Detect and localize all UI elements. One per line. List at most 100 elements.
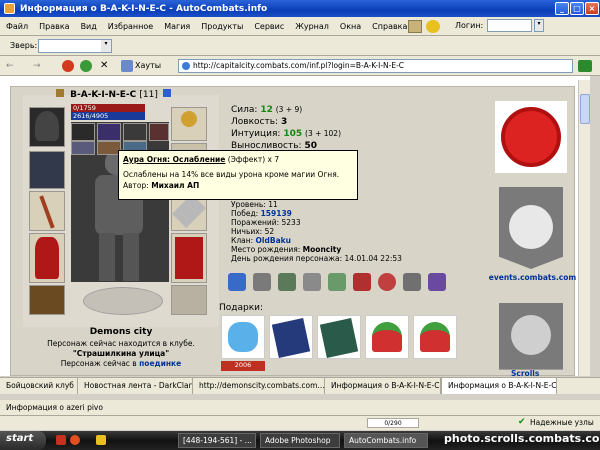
menu-products[interactable]: Продукты <box>201 22 243 31</box>
info-wins-value[interactable]: 159139 <box>261 209 292 218</box>
fight-status: Персонаж сейчас в поединке <box>23 359 219 368</box>
toolbar-sun-icon[interactable] <box>426 20 440 33</box>
menu-view[interactable]: Вид <box>81 22 97 31</box>
login-label: Логин: <box>455 21 484 30</box>
tab-info-1[interactable]: Информация о B-A-K-I-N-E-C <box>325 378 441 394</box>
zone-label: Надежные узлы <box>530 418 594 427</box>
spell-slot-1[interactable] <box>71 141 95 155</box>
gift-3[interactable] <box>317 315 361 359</box>
menu-windows[interactable]: Окна <box>340 22 361 31</box>
forward-arrow-icon[interactable]: → <box>33 62 47 71</box>
tab-fight-club[interactable]: Бойцовский клуб <box>0 378 78 394</box>
beast-dropdown-icon[interactable]: ▾ <box>101 40 111 52</box>
jester-hat-icon <box>372 322 402 352</box>
go-icon[interactable] <box>578 60 592 72</box>
stat-intuition-label: Интуиция: <box>231 129 281 139</box>
stat-agility-value: 3 <box>280 117 288 127</box>
hosts-button[interactable]: Хауты <box>135 61 161 70</box>
ring-slot-2[interactable] <box>97 123 121 141</box>
dragon-emblem-icon <box>501 107 561 167</box>
tools-icon[interactable]: ✕ <box>100 60 112 72</box>
page-icon <box>182 62 190 70</box>
menu-help[interactable]: Справка <box>372 22 407 31</box>
stat-intuition-extra: (3 + 102) <box>305 129 342 138</box>
effect-icon-3[interactable] <box>278 273 296 291</box>
stat-intuition-value: 105 <box>283 129 303 139</box>
effect-icon-8[interactable] <box>403 273 421 291</box>
red-cloak-icon <box>175 237 203 279</box>
stat-strength-extra: (3 + 9) <box>275 105 303 114</box>
effect-icon-6[interactable] <box>353 273 371 291</box>
window-title: Информация о B-A-K-I-N-E-C - AutoCombats… <box>20 3 268 14</box>
location-place: "Страшилкина улица" <box>72 349 170 358</box>
effect-icon-5[interactable] <box>328 273 346 291</box>
tab-demonscity[interactable]: http://demonscity.combats.com... <box>193 378 325 394</box>
back-arrow-icon[interactable]: ← <box>6 62 20 71</box>
menu-edit[interactable]: Правка <box>39 22 69 31</box>
info-icon[interactable] <box>162 89 171 97</box>
character-name: B-A-K-I-N-E-C <box>70 90 137 100</box>
task-photoshop[interactable]: Adobe Photoshop <box>260 433 340 448</box>
progress-indicator: 0/290 <box>367 418 419 428</box>
menu-file[interactable]: Файл <box>6 22 28 31</box>
effect-icon-1[interactable] <box>228 273 246 291</box>
events-banner-emblem <box>509 205 553 249</box>
effect-icon-7[interactable] <box>378 273 396 291</box>
menu-journal[interactable]: Журнал <box>295 22 329 31</box>
bracers-slot[interactable] <box>29 151 65 189</box>
fight-link[interactable]: поединке <box>139 359 181 368</box>
events-link[interactable]: events.combats.com <box>485 273 580 282</box>
stat-strength-label: Сила: <box>231 105 258 115</box>
character-level: [11] <box>139 90 158 100</box>
tooltip-author: Автор: Михаил АП <box>123 180 353 191</box>
stop-icon[interactable] <box>62 60 74 72</box>
refresh-icon[interactable] <box>80 60 92 72</box>
toolbar-grid-icon[interactable] <box>408 20 422 33</box>
character-name-row: B-A-K-I-N-E-C [11] <box>56 89 171 100</box>
tome-icon <box>319 318 359 358</box>
boots-slot[interactable] <box>171 285 207 315</box>
ring-slot-1[interactable] <box>71 123 95 141</box>
quicklaunch-icon-1[interactable] <box>56 435 66 445</box>
menu-service[interactable]: Сервис <box>254 22 284 31</box>
gift-4[interactable] <box>365 315 409 359</box>
tab-news-darkclan[interactable]: Новостная лента - DarkClan <box>78 378 193 394</box>
tooltip-title[interactable]: Аура Огня: Ослабление <box>123 155 225 164</box>
minimize-button[interactable]: _ <box>555 2 569 15</box>
task-icq[interactable]: [448-194-561] - ... <box>178 433 256 448</box>
ring-slot-3[interactable] <box>123 123 147 141</box>
character-leg-right <box>123 233 139 281</box>
close-button[interactable]: × <box>585 2 599 15</box>
scrollbar-thumb[interactable] <box>580 94 590 124</box>
menu-magic[interactable]: Магия <box>164 22 190 31</box>
belt-slot[interactable] <box>29 285 65 315</box>
quicklaunch-icon-3[interactable] <box>96 435 106 445</box>
vertical-scrollbar[interactable] <box>578 80 590 376</box>
location-text: Персонаж сейчас находится в клубе. <box>47 339 195 348</box>
tooltip-description: Ослаблены на 14% все виды урона кроме ма… <box>123 170 340 179</box>
tab-info-2[interactable]: Информация о B-A-K-I-N-E-C <box>441 378 557 394</box>
hosts-icon[interactable] <box>121 60 133 72</box>
start-button[interactable]: start <box>0 431 46 450</box>
ring-slot-4[interactable] <box>149 123 169 141</box>
address-bar[interactable]: http://capitalcity.combats.com/inf.pl?lo… <box>178 59 573 73</box>
gift-5[interactable] <box>413 315 457 359</box>
stat-agility-label: Ловкость: <box>231 117 279 127</box>
gift-1[interactable] <box>221 315 265 359</box>
gift-2[interactable] <box>269 315 313 359</box>
maximize-button[interactable]: □ <box>570 2 584 15</box>
emblem-frame <box>495 101 567 173</box>
menu-favorites[interactable]: Избранное <box>108 22 153 31</box>
winged-emblem-icon <box>83 287 163 315</box>
task-autocombats[interactable]: AutoCombats.info <box>344 433 428 448</box>
login-input[interactable] <box>487 19 532 32</box>
effect-icon-4[interactable] <box>303 273 321 291</box>
effect-icon-2[interactable] <box>253 273 271 291</box>
hp-bar: 0/1759 <box>71 104 145 112</box>
stat-agility: Ловкость: 3 <box>231 117 287 127</box>
amulet-icon <box>181 111 197 127</box>
login-dropdown-icon[interactable]: ▾ <box>534 19 544 32</box>
quicklaunch-icon-2[interactable] <box>70 435 80 445</box>
effect-icon-9[interactable] <box>428 273 446 291</box>
info-clan-link[interactable]: OldBaku <box>256 236 291 245</box>
